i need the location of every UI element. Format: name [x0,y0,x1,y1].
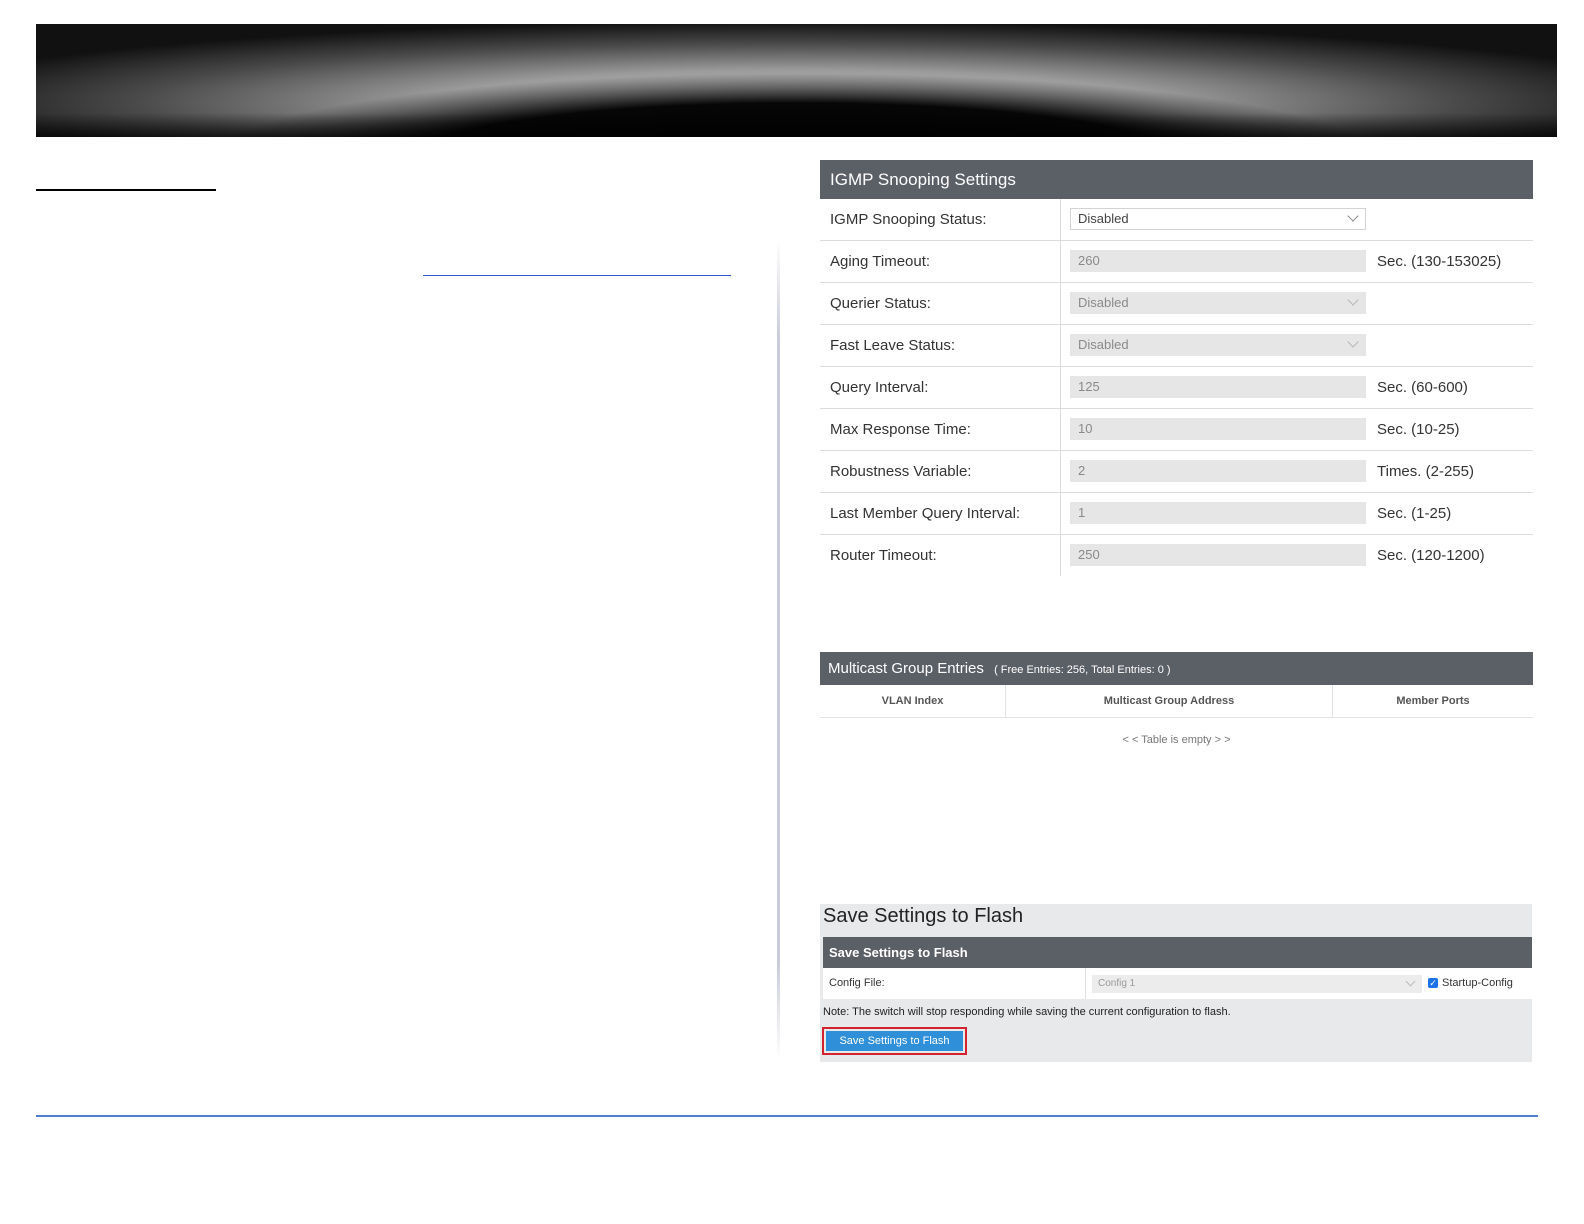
igmp-status-value: Disabled [1078,211,1129,226]
save-panel-header: Save Settings to Flash [823,937,1532,968]
igmp-panel-title: IGMP Snooping Settings [820,160,1533,199]
config-file-value: Config 1 [1098,978,1136,989]
igmp-snooping-panel: IGMP Snooping Settings IGMP Snooping Sta… [820,160,1533,576]
igmp-status-label: IGMP Snooping Status: [830,211,987,228]
robustness-row: Robustness Variable: 2 Times. (2-255) [820,451,1533,493]
last-member-row: Last Member Query Interval: 1 Sec. (1-25… [820,493,1533,535]
highlight-box: Save Settings to Flash [822,1027,967,1055]
column-vlan-index[interactable]: VLAN Index [820,685,1005,717]
config-file-row: Config File: Config 1 ✓ Startup-Config [823,968,1532,999]
robustness-value: 2 [1078,463,1086,478]
multicast-entry-count: ( Free Entries: 256, Total Entries: 0 ) [994,664,1171,676]
query-interval-input[interactable]: 125 [1070,376,1366,398]
column-member-ports[interactable]: Member Ports [1333,685,1533,717]
aging-timeout-row: Aging Timeout: 260 Sec. (130-153025) [820,241,1533,283]
router-timeout-label: Router Timeout: [830,547,937,564]
config-file-label: Config File: [829,977,885,989]
column-divider [777,240,780,1060]
querier-status-select[interactable]: Disabled [1070,292,1366,314]
max-response-row: Max Response Time: 10 Sec. (10-25) [820,409,1533,451]
config-file-select[interactable]: Config 1 [1092,975,1422,993]
table-empty-message: < < Table is empty > > [1122,734,1231,746]
query-interval-value: 125 [1078,379,1100,394]
footer-rule [36,1115,1538,1117]
save-settings-button[interactable]: Save Settings to Flash [826,1031,963,1051]
chevron-down-icon [1347,210,1359,222]
querier-status-value: Disabled [1078,295,1129,310]
save-note: Note: The switch will stop responding wh… [823,1006,1231,1018]
fast-leave-select[interactable]: Disabled [1070,334,1366,356]
last-member-hint: Sec. (1-25) [1377,505,1452,522]
last-member-label: Last Member Query Interval: [830,505,1021,522]
save-settings-panel: Save Settings to Flash Save Settings to … [820,904,1532,1062]
query-interval-hint: Sec. (60-600) [1377,379,1468,396]
aging-timeout-input[interactable]: 260 [1070,250,1366,272]
max-response-label: Max Response Time: [830,421,971,438]
query-interval-label: Query Interval: [830,379,929,396]
router-timeout-input[interactable]: 250 [1070,544,1366,566]
robustness-label: Robustness Variable: [830,463,972,480]
querier-status-label: Querier Status: [830,295,931,312]
startup-config-label: Startup-Config [1442,977,1513,989]
querier-status-row: Querier Status: Disabled [820,283,1533,325]
robustness-input[interactable]: 2 [1070,460,1366,482]
max-response-input[interactable]: 10 [1070,418,1366,440]
robustness-hint: Times. (2-255) [1377,463,1474,480]
query-interval-row: Query Interval: 125 Sec. (60-600) [820,367,1533,409]
chevron-down-icon [1347,294,1359,306]
fast-leave-label: Fast Leave Status: [830,337,956,354]
section-heading-underline [36,189,216,191]
header-banner [36,24,1557,137]
chevron-down-icon [1347,336,1359,348]
last-member-input[interactable]: 1 [1070,502,1366,524]
igmp-status-select[interactable]: Disabled [1070,208,1366,230]
last-member-value: 1 [1078,505,1086,520]
chevron-down-icon [1405,976,1416,987]
max-response-hint: Sec. (10-25) [1377,421,1460,438]
router-timeout-row: Router Timeout: 250 Sec. (120-1200) [820,535,1533,576]
fast-leave-row: Fast Leave Status: Disabled [820,325,1533,367]
multicast-panel-header: Multicast Group Entries ( Free Entries: … [820,652,1533,685]
aging-timeout-hint: Sec. (130-153025) [1377,253,1502,270]
startup-config-checkbox[interactable]: ✓ [1428,978,1438,988]
aging-timeout-label: Aging Timeout: [830,253,931,270]
igmp-status-row: IGMP Snooping Status: Disabled [820,199,1533,241]
multicast-panel-title: Multicast Group Entries [828,660,984,677]
column-multicast-group-address[interactable]: Multicast Group Address [1006,685,1332,717]
multicast-group-panel: Multicast Group Entries ( Free Entries: … [820,652,1533,763]
multicast-table-header: VLAN Index Multicast Group Address Membe… [820,685,1533,718]
router-timeout-hint: Sec. (120-1200) [1377,547,1485,564]
max-response-value: 10 [1078,421,1093,436]
save-page-title: Save Settings to Flash [823,905,1024,927]
link-underline [423,275,731,276]
router-timeout-value: 250 [1078,547,1100,562]
aging-timeout-value: 260 [1078,253,1100,268]
fast-leave-value: Disabled [1078,337,1129,352]
